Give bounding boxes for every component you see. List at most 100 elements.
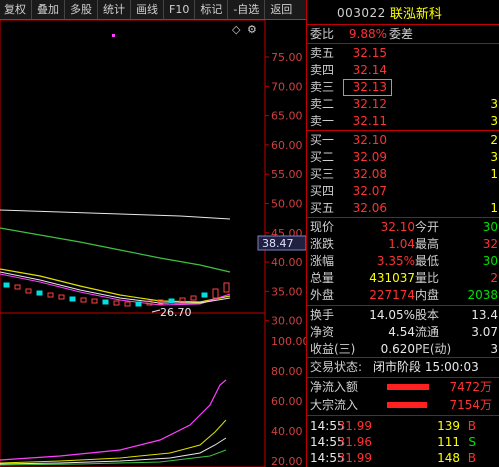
sell-price[interactable]: 32.14 [353,62,387,79]
buy-row[interactable]: 买五 32.06 1 [307,200,499,217]
buy-row[interactable]: 买一 32.10 2 [307,132,499,149]
candle [168,298,175,304]
stock-name: 联泓新科 [389,7,442,22]
weibi-value: 9.88% [348,27,387,41]
quote-label: 总量 [310,271,335,285]
diamond-icon[interactable]: ◇ [232,23,241,36]
buy-volume: 3 [490,150,498,164]
buy-level-label: 买三 [310,167,335,181]
buy-row[interactable]: 买二 32.09 3 [307,149,499,166]
stock-header: 003022 联泓新科 [307,0,499,25]
trade-status-label: 交易状态: [310,360,363,374]
fundamental-label-2: 流通 [415,325,440,339]
buy-price[interactable]: 32.10 [353,132,387,149]
toolbar-f10-button[interactable]: F10 [164,0,196,19]
buy-price[interactable]: 32.08 [353,166,387,183]
tick-side: B [467,419,476,433]
sell-price[interactable]: 32.13 [353,79,387,96]
quote-value: 32.10 [380,220,415,234]
fundamental-value-2: 3.07 [471,325,498,339]
price-tick-label: 35.00 [271,285,303,298]
sell-price[interactable]: 32.15 [353,45,387,62]
candle [14,284,21,290]
tick-row[interactable]: 14:55 31.96 111 S [307,434,499,450]
volume-tick-label: 100.00 [271,335,306,348]
fundamental-row: 换手 14.05% 股本 13.4 [307,307,499,324]
toolbar-overlay-button[interactable]: 叠加 [32,0,65,19]
buy-price[interactable]: 32.06 [353,200,387,217]
toolbar-stats-button[interactable]: 统计 [98,0,131,19]
toolbar-watchlist-button[interactable]: -自选 [228,0,266,19]
sell-row[interactable]: 卖一 32.11 3 [307,113,499,130]
tick-volume: 139 [437,419,460,433]
flow-row: 大宗流入 7154万 [307,397,499,414]
candle [102,299,109,305]
buy-level-label: 买四 [310,184,335,198]
buy-price[interactable]: 32.09 [353,149,387,166]
sell-level-label: 卖三 [310,80,335,94]
sell-level-label: 卖二 [310,97,335,111]
flow-row: 净流入额 7472万 [307,379,499,396]
sell-volume: 3 [490,114,498,128]
flow-value: 7472万 [449,380,492,394]
toolbar-draw-button[interactable]: 画线 [131,0,164,19]
kline-chart[interactable]: 75.0070.0065.0060.0055.0050.0045.0040.00… [0,20,306,467]
buy-row[interactable]: 买四 32.07 [307,183,499,200]
fundamental-label-2: 股本 [415,308,440,322]
volume-tick-label: 60.00 [271,395,303,408]
quote-value: 227174 [369,288,415,302]
candle [58,294,65,300]
flow-bar [387,384,429,390]
low-price-label: 26.70 [160,306,192,319]
sell-price[interactable]: 32.12 [353,96,387,113]
quote-label: 涨跌 [310,237,335,251]
quote-label-2: 最高 [415,237,440,251]
toolbar-multistock-button[interactable]: 多股 [65,0,98,19]
price-tick-label: 40.00 [271,256,303,269]
quote-value-2: 2038 [467,288,498,302]
volume-line-magenta [0,379,227,461]
sell-row[interactable]: 卖四 32.14 [307,62,499,79]
flow-label: 大宗流入 [310,398,359,412]
tick-price: 31.99 [337,419,372,433]
weicha-label: 委差 [389,27,414,41]
quote-row: 现价 32.10 今开 30 [307,219,499,236]
toolbar-mark-button[interactable]: 标记 [195,0,229,19]
current-price-tag: 38.47 [262,237,294,250]
toolbar-fuquan-button[interactable]: 复权 [0,0,32,19]
tick-row[interactable]: 14:55 31.99 139 B [307,418,499,434]
buy-row[interactable]: 买三 32.08 1 [307,166,499,183]
quote-row: 外盘 227174 内盘 2038 [307,287,499,304]
quote-label-2: 内盘 [415,288,440,302]
buy-volume: 1 [490,201,498,215]
buy-price[interactable]: 32.07 [353,183,387,200]
flow-value: 7154万 [449,398,492,412]
quote-label-2: 今开 [415,220,440,234]
price-tick-label: 70.00 [271,80,303,93]
quote-panel: 003022 联泓新科 委比 9.88% 委差 卖五 32.15 卖四 32.14 卖三… [306,0,499,467]
tick-price: 31.99 [337,451,372,465]
fundamental-value: 14.05% [369,308,415,322]
buy-level-label: 买二 [310,150,335,164]
marker-dot [112,34,115,37]
toolbar-back-button[interactable]: 返回 [265,0,297,19]
volume-axis: 100.00 80.00 60.00 40.00 20.00 [271,335,306,467]
ma-line-green [0,227,231,273]
candle [201,292,208,298]
candle [135,301,142,307]
tick-row[interactable]: 14:55 31.99 148 B [307,450,499,466]
quote-value-2: 30 [482,254,498,268]
candle [47,292,54,298]
price-tick-label: 50.00 [271,198,303,211]
quote-label: 现价 [310,220,335,234]
weibi-label: 委比 [310,27,335,41]
buy-level-label: 买五 [310,201,335,215]
candle [80,297,87,303]
settings-icon[interactable]: ⚙ [247,23,257,36]
sell-row[interactable]: 卖五 32.15 [307,45,499,62]
sell-row[interactable]: 卖二 32.12 3 [307,96,499,113]
sell-price[interactable]: 32.11 [353,113,387,130]
quote-label-2: 量比 [415,271,440,285]
sell-row[interactable]: 卖三 32.13 [307,79,499,96]
candle [223,282,230,293]
